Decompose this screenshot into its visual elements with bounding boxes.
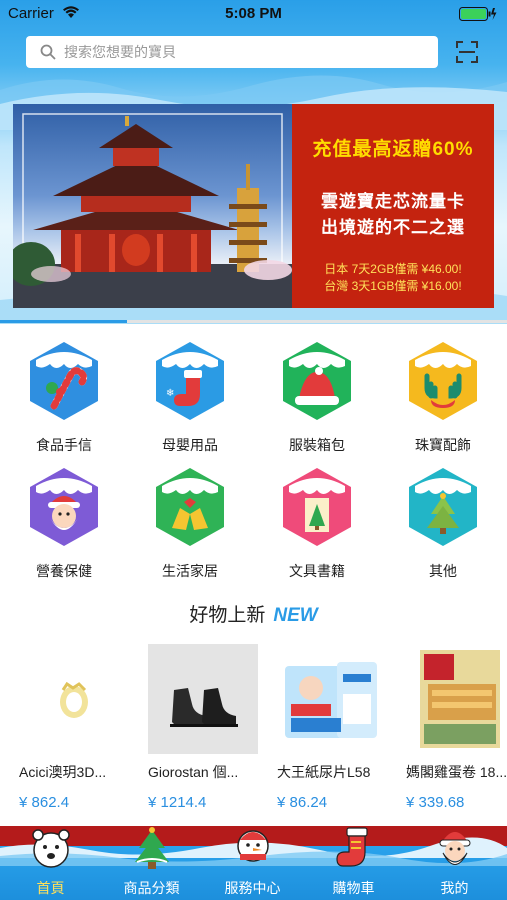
new-badge: NEW bbox=[273, 605, 318, 626]
bells-icon bbox=[156, 468, 224, 546]
tab-label: 我的 bbox=[440, 880, 469, 896]
category-jewelry[interactable]: 珠寶配飾 bbox=[393, 340, 493, 455]
carousel-progress-fill bbox=[0, 320, 127, 323]
polar-bear-icon bbox=[32, 829, 70, 868]
product-name: 大王紙尿片L58 bbox=[277, 764, 371, 780]
product-price: ¥ 1214.4 bbox=[148, 794, 207, 811]
product-name: 媽閣雞蛋卷 18... bbox=[406, 764, 507, 780]
promo-offers: 日本 7天2GB僅需 ¥46.00! 台灣 3天1GB僅需 ¥16.00! bbox=[292, 261, 494, 295]
product-card[interactable]: 媽閣雞蛋卷 18... ¥ 339.68 bbox=[406, 644, 507, 811]
stocking-icon bbox=[336, 827, 368, 867]
product-price: ¥ 862.4 bbox=[19, 794, 70, 811]
battery-icon bbox=[459, 7, 497, 21]
promo-line-2: 出境遊的不二之選 bbox=[321, 218, 465, 237]
search-input[interactable]: 搜索您想要的寶貝 bbox=[26, 36, 438, 68]
banner-photo bbox=[13, 104, 292, 308]
promo-offer-1: 日本 7天2GB僅需 ¥46.00! bbox=[324, 262, 462, 276]
tab-categories[interactable]: 商品分類 bbox=[101, 826, 202, 900]
category-label: 營養保健 bbox=[36, 563, 92, 579]
scan-icon[interactable] bbox=[455, 40, 479, 64]
candy-cane-icon bbox=[30, 342, 98, 420]
product-name: Acici澳玥3D... bbox=[19, 764, 107, 780]
svg-text:❄: ❄ bbox=[166, 388, 174, 399]
promo-text-panel: 充值最高返贈60% 雲遊寶走芯流量卡 出境遊的不二之選 日本 7天2GB僅需 ¥… bbox=[292, 104, 494, 308]
product-image bbox=[19, 644, 129, 754]
category-label: 服裝箱包 bbox=[289, 437, 345, 453]
product-image bbox=[277, 644, 387, 754]
category-label: 其他 bbox=[429, 563, 457, 579]
tab-label: 購物車 bbox=[332, 880, 375, 896]
tab-profile[interactable]: 我的 bbox=[404, 826, 505, 900]
category-food[interactable]: 食品手信 bbox=[14, 340, 114, 455]
tab-cart[interactable]: 購物車 bbox=[303, 826, 404, 900]
category-label: 食品手信 bbox=[36, 437, 92, 453]
category-label: 生活家居 bbox=[162, 563, 218, 579]
product-name: Giorostan 個... bbox=[148, 764, 239, 780]
product-card[interactable]: Acici澳玥3D... ¥ 862.4 bbox=[19, 644, 131, 811]
tab-label: 首頁 bbox=[36, 880, 65, 896]
category-baby[interactable]: ❄ 母嬰用品 bbox=[140, 340, 240, 455]
category-label: 珠寶配飾 bbox=[415, 437, 471, 453]
category-other[interactable]: 其他 bbox=[393, 466, 493, 581]
status-time: 5:08 PM bbox=[225, 5, 282, 22]
tab-label: 服務中心 bbox=[224, 880, 281, 896]
christmas-tree-icon bbox=[135, 827, 169, 869]
status-bar: Carrier 5:08 PM bbox=[0, 0, 507, 28]
product-card[interactable]: 大王紙尿片L58 ¥ 86.24 bbox=[277, 644, 389, 811]
promo-headline: 充值最高返贈60% bbox=[312, 139, 474, 160]
promo-subtitle: 雲遊寶走芯流量卡 出境遊的不二之選 bbox=[292, 189, 494, 241]
product-price: ¥ 339.68 bbox=[406, 794, 465, 811]
promo-banner[interactable]: 充值最高返贈60% 雲遊寶走芯流量卡 出境遊的不二之選 日本 7天2GB僅需 ¥… bbox=[13, 104, 494, 308]
search-placeholder: 搜索您想要的寶貝 bbox=[64, 44, 176, 60]
ring-image bbox=[60, 681, 88, 718]
category-health[interactable]: 營養保健 bbox=[14, 466, 114, 581]
promo-line-1: 雲遊寶走芯流量卡 bbox=[321, 192, 465, 211]
antlers-icon bbox=[409, 342, 477, 420]
new-arrivals-title: 好物上新 NEW bbox=[0, 600, 507, 627]
tab-home[interactable]: 首頁 bbox=[0, 826, 101, 900]
tab-bar: 首頁 商品分類 服務中心 購物車 我的 bbox=[0, 826, 507, 900]
carousel-progress bbox=[0, 320, 507, 323]
category-label: 文具書籍 bbox=[289, 563, 345, 579]
santa-face-icon bbox=[439, 832, 471, 865]
snowman-icon bbox=[237, 830, 269, 862]
egg-roll-box-image bbox=[420, 650, 500, 748]
category-home[interactable]: 生活家居 bbox=[140, 466, 240, 581]
product-card[interactable]: Giorostan 個... ¥ 1214.4 bbox=[148, 644, 260, 811]
section-title-text: 好物上新 bbox=[189, 605, 266, 626]
temple-illustration bbox=[13, 113, 292, 308]
category-label: 母嬰用品 bbox=[162, 437, 218, 453]
category-stationery[interactable]: 文具書籍 bbox=[267, 466, 367, 581]
shoes-image bbox=[170, 688, 238, 727]
christmas-tree-icon bbox=[409, 468, 477, 546]
product-image bbox=[148, 644, 258, 754]
search-icon bbox=[40, 44, 56, 60]
promo-offer-2: 台灣 3天1GB僅需 ¥16.00! bbox=[324, 279, 462, 293]
tab-service-center[interactable]: 服務中心 bbox=[202, 826, 303, 900]
stocking-icon: ❄ bbox=[156, 342, 224, 420]
santa-hat-icon bbox=[283, 342, 351, 420]
tab-label: 商品分類 bbox=[123, 880, 180, 896]
product-price: ¥ 86.24 bbox=[277, 794, 328, 811]
diaper-pack-image bbox=[285, 662, 377, 738]
christmas-card-icon bbox=[283, 468, 351, 546]
product-image bbox=[406, 644, 507, 754]
category-apparel[interactable]: 服裝箱包 bbox=[267, 340, 367, 455]
santa-face-icon bbox=[30, 468, 98, 546]
